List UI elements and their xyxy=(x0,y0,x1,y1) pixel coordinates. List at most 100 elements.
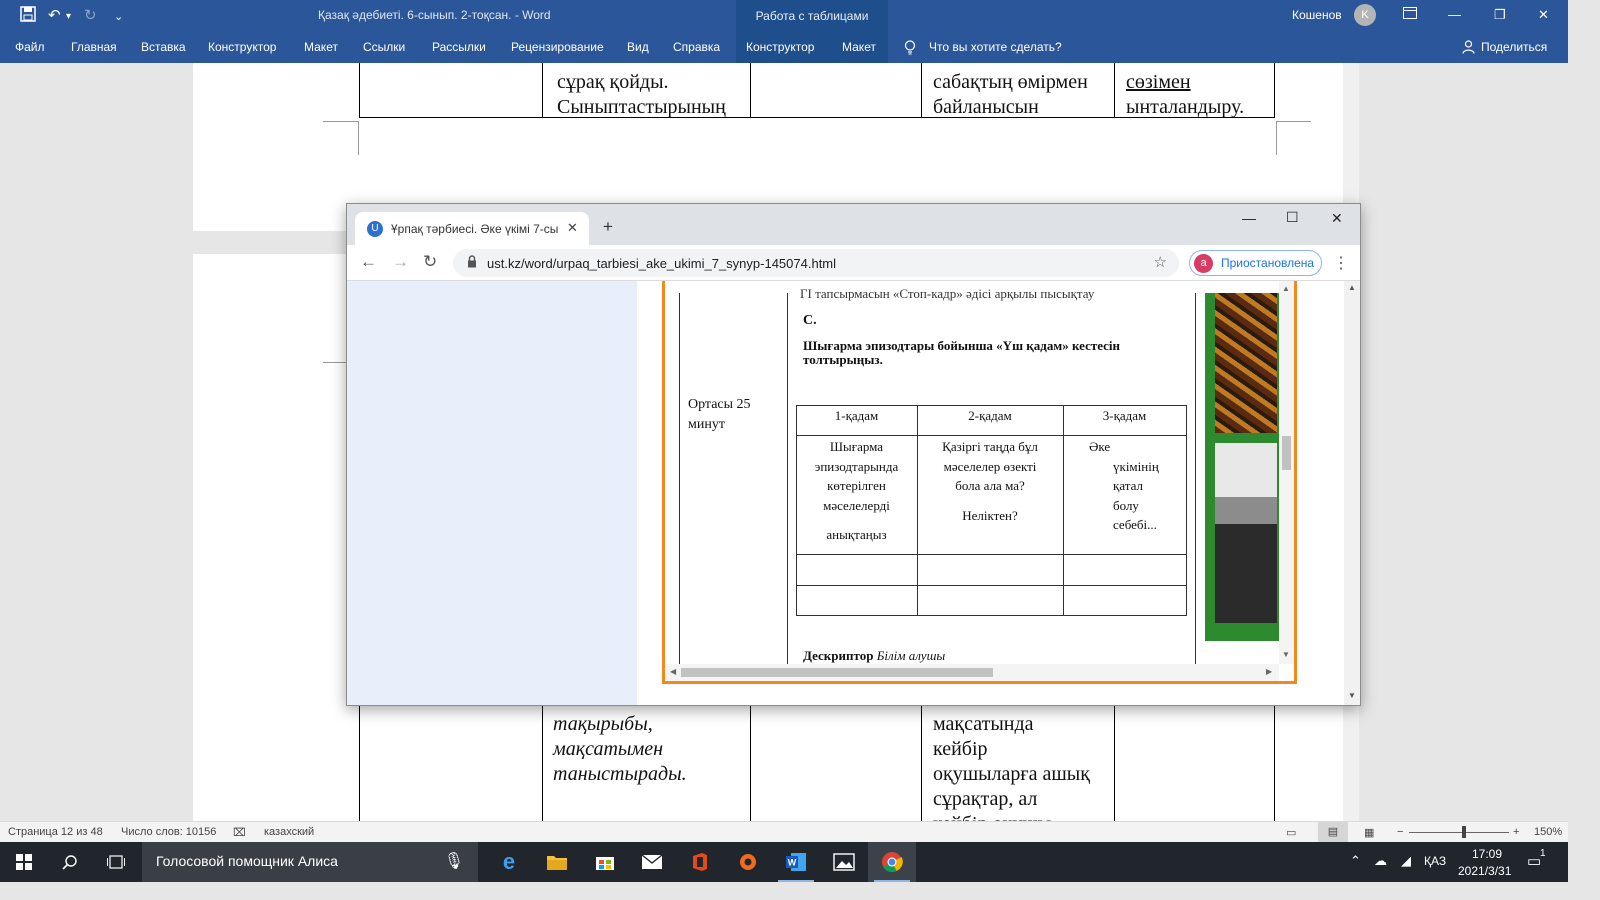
url-text[interactable]: ust.kz/word/urpaq_tarbiesi_ake_ukimi_7_s… xyxy=(487,256,836,271)
profile-button[interactable]: a Приостановлена xyxy=(1189,250,1322,276)
descriptor-text: Білім алушы xyxy=(876,648,946,663)
tab-help[interactable]: Справка xyxy=(673,40,720,54)
page-scrollbar[interactable]: ▲ ▼ xyxy=(1344,281,1360,705)
tab-view[interactable]: Вид xyxy=(627,40,649,54)
store-icon[interactable] xyxy=(581,842,629,882)
edge-icon[interactable]: e xyxy=(485,842,533,882)
zoom-slider-thumb[interactable] xyxy=(1462,826,1466,838)
scroll-right-arrow-icon[interactable]: ▶ xyxy=(1266,667,1272,676)
windows-start-icon[interactable] xyxy=(0,842,48,882)
office-icon[interactable] xyxy=(676,842,724,882)
maximize-icon[interactable]: ☐ xyxy=(1286,209,1299,226)
clock-date[interactable]: 2021/3/31 xyxy=(1458,864,1511,878)
tab-design[interactable]: Конструктор xyxy=(208,40,276,54)
reload-icon[interactable]: ↻ xyxy=(423,252,437,272)
tab-insert[interactable]: Вставка xyxy=(141,40,186,54)
zoom-slider[interactable] xyxy=(1409,832,1509,833)
tell-me-search[interactable]: Что вы хотите сделать? xyxy=(929,40,1062,54)
mail-icon[interactable] xyxy=(628,842,676,882)
undo-icon[interactable]: ↶ xyxy=(48,6,61,24)
input-language[interactable]: ҚАЗ xyxy=(1424,854,1446,868)
customize-qat-icon[interactable]: ⌄ xyxy=(114,10,123,23)
tab-file[interactable]: Файл xyxy=(15,40,45,54)
new-tab-icon[interactable]: + xyxy=(603,217,613,237)
proofing-icon[interactable]: ⌧ xyxy=(233,826,246,839)
page-scroll-up-icon[interactable]: ▲ xyxy=(1348,283,1356,292)
cell-text: бола ала ма? xyxy=(955,478,1025,493)
cell-text: мәселелерді xyxy=(823,498,890,513)
restore-icon[interactable]: ❐ xyxy=(1494,7,1506,23)
word-count[interactable]: Число слов: 10156 xyxy=(121,826,216,838)
back-icon[interactable]: ← xyxy=(360,252,377,272)
cell-text: үкімінің xyxy=(1113,459,1159,474)
tab-references[interactable]: Ссылки xyxy=(363,40,405,54)
tab-review[interactable]: Рецензирование xyxy=(511,40,604,54)
lock-icon[interactable] xyxy=(467,255,477,271)
chrome-window[interactable]: U Ұрпақ тәрбиесі. Әке үкімі 7-сын ✕ + — … xyxy=(346,203,1361,706)
cell-text: мәселелер өзекті xyxy=(943,459,1037,474)
ribbon-display-options-icon[interactable] xyxy=(1403,7,1417,22)
page-scroll-down-icon[interactable]: ▼ xyxy=(1348,691,1356,700)
section-letter: С. xyxy=(803,313,817,328)
browser-tab[interactable]: U Ұрпақ тәрбиесі. Әке үкімі 7-сын ✕ xyxy=(355,212,589,245)
clock-time[interactable]: 17:09 xyxy=(1472,847,1502,861)
doc-cell-text: таныстырады. xyxy=(553,763,687,785)
cell-text: Неліктен? xyxy=(962,508,1018,523)
viewer-hscroll-thumb[interactable] xyxy=(681,668,993,677)
tab-layout[interactable]: Макет xyxy=(304,40,338,54)
microphone-icon[interactable]: 🎙 xyxy=(444,851,464,871)
tab-mailings[interactable]: Рассылки xyxy=(432,40,486,54)
close-icon[interactable]: ✕ xyxy=(1538,7,1549,23)
zoom-level[interactable]: 150% xyxy=(1534,826,1562,838)
print-layout-icon[interactable]: ▤ xyxy=(1318,822,1348,842)
minimize-icon[interactable]: — xyxy=(1242,210,1256,226)
tab-home[interactable]: Главная xyxy=(71,40,117,54)
read-mode-icon[interactable]: ▭ xyxy=(1286,826,1296,839)
cell-text: көтерілген xyxy=(827,478,886,493)
zoom-in-icon[interactable]: + xyxy=(1513,826,1519,838)
bookmark-star-icon[interactable]: ☆ xyxy=(1154,253,1167,271)
task-view-icon[interactable] xyxy=(92,842,140,882)
voice-assistant-bar[interactable]: Голосовой помощник Алиса 🎙 xyxy=(142,842,478,882)
undo-dropdown-icon[interactable]: ▾ xyxy=(66,11,71,22)
search-icon[interactable] xyxy=(46,842,94,882)
forward-icon[interactable]: → xyxy=(392,252,409,272)
tab-table-layout[interactable]: Макет xyxy=(842,40,876,54)
scroll-down-arrow-icon[interactable]: ▼ xyxy=(1282,650,1290,659)
network-icon[interactable]: ◢ xyxy=(1401,853,1411,869)
doc-cell-text: тақырыбы, xyxy=(553,713,653,735)
viewer-vertical-scrollbar[interactable]: ▲ ▼ xyxy=(1279,281,1294,664)
photos-icon[interactable] xyxy=(820,842,868,882)
word-app-icon[interactable]: W xyxy=(772,842,820,882)
redo-icon[interactable]: ↻ xyxy=(84,6,97,24)
share-button[interactable]: Поделиться xyxy=(1481,40,1547,54)
origin-app-icon[interactable] xyxy=(724,842,772,882)
viewer-scroll-thumb[interactable] xyxy=(1282,436,1291,470)
doc-cell-text: мақсатымен xyxy=(553,738,664,760)
document-viewer[interactable]: ГІ тапсырмасын «Стоп-кадр» әдісі арқылы … xyxy=(662,281,1297,684)
status-bar: Страница 12 из 48 Число слов: 10156 ⌧ ка… xyxy=(0,821,1568,842)
user-name[interactable]: Кошенов xyxy=(1292,8,1342,22)
user-avatar[interactable]: K xyxy=(1354,4,1376,26)
file-explorer-icon[interactable] xyxy=(533,842,581,882)
close-tab-icon[interactable]: ✕ xyxy=(567,220,578,236)
save-icon[interactable] xyxy=(20,6,36,26)
zoom-out-icon[interactable]: − xyxy=(1397,826,1403,838)
close-window-icon[interactable]: ✕ xyxy=(1331,210,1343,227)
chrome-menu-icon[interactable]: ⋮ xyxy=(1333,253,1349,273)
minimize-icon[interactable]: — xyxy=(1448,7,1461,22)
viewer-page[interactable]: ГІ тапсырмасын «Стоп-кадр» әдісі арқылы … xyxy=(665,281,1279,664)
address-bar[interactable]: ust.kz/word/urpaq_tarbiesi_ake_ukimi_7_s… xyxy=(453,249,1179,277)
chrome-icon[interactable] xyxy=(868,842,916,882)
language-indicator[interactable]: казахский xyxy=(264,826,314,838)
viewer-horizontal-scrollbar[interactable]: ◀ ▶ xyxy=(665,664,1279,681)
web-layout-icon[interactable]: ▦ xyxy=(1364,826,1374,839)
onedrive-icon[interactable]: ☁ xyxy=(1374,853,1387,869)
scroll-up-arrow-icon[interactable]: ▲ xyxy=(1282,284,1290,293)
web-page-content[interactable]: ГІ тапсырмасын «Стоп-кадр» әдісі арқылы … xyxy=(347,281,1360,705)
scroll-left-arrow-icon[interactable]: ◀ xyxy=(670,667,676,676)
doc-cell-text: кейбір оқушы xyxy=(933,812,1051,821)
show-hidden-icons[interactable]: ⌃ xyxy=(1350,853,1361,869)
page-count[interactable]: Страница 12 из 48 xyxy=(8,826,103,838)
tab-table-design[interactable]: Конструктор xyxy=(746,40,814,54)
